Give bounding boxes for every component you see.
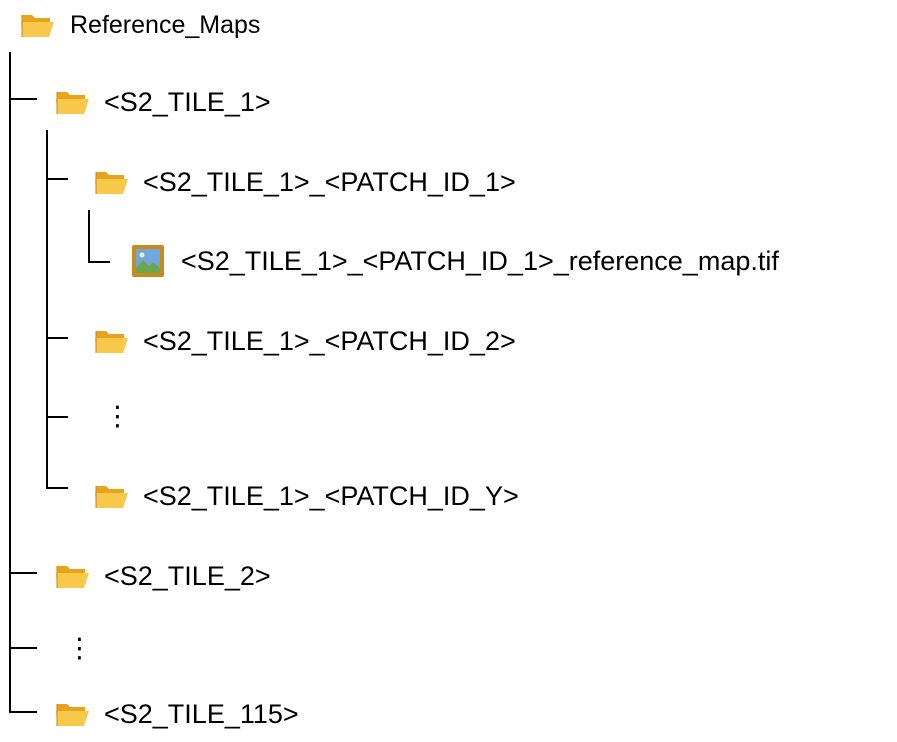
tree-node-tile-1-patch-1-file[interactable]: <S2_TILE_1>_<PATCH_ID_1>_reference_map.t… bbox=[131, 241, 779, 281]
folder-label: <S2_TILE_1>_<PATCH_ID_Y> bbox=[143, 481, 519, 511]
image-file-icon bbox=[132, 245, 164, 277]
tree-node-tile-1-patch-1[interactable]: <S2_TILE_1>_<PATCH_ID_1> bbox=[94, 162, 516, 202]
tree-node-root[interactable]: Reference_Maps bbox=[20, 5, 260, 45]
folder-label: <S2_TILE_1>_<PATCH_ID_2> bbox=[143, 326, 516, 356]
folder-open-icon bbox=[21, 15, 54, 37]
tree-branch-tile-2 bbox=[9, 572, 37, 574]
folder-label: <S2_TILE_1>_<PATCH_ID_1> bbox=[143, 167, 516, 197]
folder-label: <S2_TILE_115> bbox=[104, 699, 299, 729]
folder-label: <S2_TILE_1> bbox=[104, 87, 271, 117]
ellipsis-label: ⋮ bbox=[66, 633, 93, 663]
folder-open-icon bbox=[95, 486, 128, 508]
root-folder-label: Reference_Maps bbox=[70, 11, 261, 39]
tree-branch-patch-1-file bbox=[88, 261, 110, 263]
tree-line-root-vertical bbox=[9, 52, 11, 712]
tree-branch-root-ellipsis bbox=[9, 647, 37, 649]
tree-line-patch-1-vertical bbox=[88, 210, 90, 262]
ellipsis-label: ⋮ bbox=[104, 401, 131, 431]
tree-node-tile-1-patch-y[interactable]: <S2_TILE_1>_<PATCH_ID_Y> bbox=[94, 476, 519, 516]
file-label: <S2_TILE_1>_<PATCH_ID_1>_reference_map.t… bbox=[181, 246, 779, 276]
folder-open-icon bbox=[95, 172, 128, 194]
tree-node-root-ellipsis: ⋮ bbox=[66, 628, 93, 668]
tree-branch-tile-1-patch-y bbox=[46, 487, 68, 489]
folder-open-icon bbox=[56, 92, 89, 114]
tree-line-tile-1-vertical bbox=[46, 130, 48, 488]
tree-node-tile-1-ellipsis: ⋮ bbox=[104, 396, 131, 436]
tree-branch-tile-1-patch-2 bbox=[46, 337, 68, 339]
tree-branch-tile-1-ellipsis bbox=[46, 416, 68, 418]
tree-node-tile-115[interactable]: <S2_TILE_115> bbox=[55, 694, 299, 734]
tree-branch-tile-1-patch-1 bbox=[46, 178, 68, 180]
file-tree: Reference_Maps <S2_TILE_1> <S2_TILE_1>_<… bbox=[0, 0, 897, 742]
folder-open-icon bbox=[56, 704, 89, 726]
folder-open-icon bbox=[56, 566, 89, 588]
tree-node-tile-1-patch-2[interactable]: <S2_TILE_1>_<PATCH_ID_2> bbox=[94, 321, 516, 361]
folder-open-icon bbox=[95, 331, 128, 353]
tree-branch-tile-115 bbox=[9, 711, 37, 713]
tree-branch-tile-1 bbox=[9, 98, 37, 100]
tree-node-tile-2[interactable]: <S2_TILE_2> bbox=[55, 556, 271, 596]
tree-node-tile-1[interactable]: <S2_TILE_1> bbox=[55, 82, 271, 122]
folder-label: <S2_TILE_2> bbox=[104, 561, 271, 591]
